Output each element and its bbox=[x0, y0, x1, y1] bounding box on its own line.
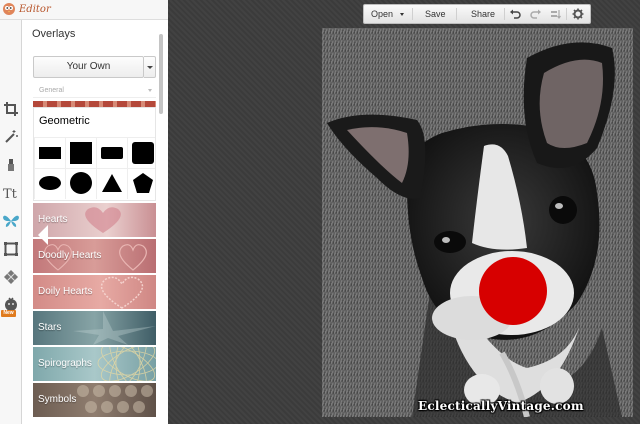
dog-photo bbox=[322, 28, 633, 417]
history-icon[interactable] bbox=[550, 8, 562, 20]
text-tool[interactable]: Tt bbox=[0, 182, 22, 204]
category-label: Doily Hearts bbox=[38, 286, 93, 297]
undo-icon[interactable] bbox=[509, 8, 521, 20]
texture-icon bbox=[4, 270, 18, 284]
app-header: Editor bbox=[0, 0, 168, 20]
settings-gear-icon[interactable] bbox=[572, 8, 584, 20]
heart-thumbnail-icon bbox=[85, 207, 121, 233]
spirograph-thumbnail-icon bbox=[97, 347, 156, 381]
category-label: Symbols bbox=[38, 394, 77, 405]
text-icon: Tt bbox=[3, 187, 18, 200]
category-label: Stars bbox=[38, 322, 62, 333]
tool-rail: Tt New bbox=[0, 20, 22, 424]
category-doily-hearts[interactable]: Doily Hearts bbox=[33, 275, 156, 309]
toolbar-divider bbox=[566, 8, 567, 20]
rounded-square-shape-icon[interactable] bbox=[132, 142, 154, 164]
chevron-down-icon bbox=[147, 66, 153, 69]
category-doodly-hearts[interactable]: Doodly Hearts bbox=[33, 239, 156, 273]
pentagon-shape-icon[interactable] bbox=[132, 172, 154, 194]
rectangle-shape-icon[interactable] bbox=[39, 147, 61, 159]
touchup-tool[interactable] bbox=[0, 154, 22, 176]
category-label: Hearts bbox=[38, 214, 68, 225]
editor-toolbar: Open Save Share bbox=[363, 4, 591, 24]
geometric-shapes-grid bbox=[34, 137, 155, 199]
overlay-category-list: Geometric Hearts Doodly Hearts Doily Hea… bbox=[33, 101, 156, 424]
toolbar-divider bbox=[412, 8, 413, 20]
category-select[interactable]: General bbox=[33, 84, 156, 98]
category-symbols[interactable]: Symbols bbox=[33, 383, 156, 417]
category-label: Doodly Hearts bbox=[38, 250, 102, 261]
crop-icon bbox=[4, 102, 18, 116]
your-own-button[interactable]: Your Own bbox=[33, 56, 144, 78]
crop-tool[interactable] bbox=[0, 98, 22, 120]
triangle-shape-icon[interactable] bbox=[101, 173, 123, 193]
panel-title: Overlays bbox=[32, 28, 76, 40]
effects-tool[interactable] bbox=[0, 126, 22, 148]
save-button[interactable]: Save bbox=[425, 5, 446, 23]
watermark-text: EclecticallyVintage.com bbox=[418, 399, 584, 413]
panel-scrollbar[interactable] bbox=[159, 34, 163, 114]
category-geometric[interactable]: Geometric bbox=[33, 107, 156, 201]
category-spirographs[interactable]: Spirographs bbox=[33, 347, 156, 381]
magic-wand-icon bbox=[5, 130, 18, 143]
bird-logo-icon[interactable] bbox=[2, 2, 16, 16]
open-menu-chevron-icon[interactable] bbox=[400, 13, 404, 16]
overlays-panel: Overlays Your Own General Geometric Hear… bbox=[22, 20, 168, 424]
redo-icon[interactable] bbox=[530, 8, 542, 20]
toolbar-divider bbox=[504, 8, 505, 20]
category-stars[interactable]: Stars bbox=[33, 311, 156, 345]
photo-canvas[interactable] bbox=[322, 28, 633, 417]
textures-tool[interactable] bbox=[0, 266, 22, 288]
seasonal-icon bbox=[5, 297, 17, 311]
rounded-rectangle-shape-icon[interactable] bbox=[101, 147, 123, 159]
doily-heart-thumbnail-icon bbox=[100, 276, 144, 309]
chevron-down-icon bbox=[148, 89, 152, 92]
svg-text:Tt: Tt bbox=[3, 187, 18, 200]
your-own-dropdown-button[interactable] bbox=[144, 56, 156, 78]
overlays-tool[interactable] bbox=[0, 210, 22, 232]
share-button[interactable]: Share bbox=[471, 5, 495, 23]
open-button[interactable]: Open bbox=[371, 5, 393, 23]
app-title: Editor bbox=[19, 4, 51, 15]
new-badge: New bbox=[1, 310, 16, 317]
category-label: Spirographs bbox=[38, 358, 92, 369]
red-nose-sticker[interactable] bbox=[479, 257, 547, 325]
square-shape-icon[interactable] bbox=[70, 142, 92, 164]
ellipse-shape-icon[interactable] bbox=[39, 176, 61, 190]
active-tool-pointer bbox=[38, 225, 48, 245]
circle-shape-icon[interactable] bbox=[70, 172, 92, 194]
touchup-brush-icon bbox=[8, 159, 14, 171]
butterfly-overlay-icon bbox=[3, 215, 19, 227]
category-select-value: General bbox=[39, 87, 64, 94]
toolbar-divider bbox=[456, 8, 457, 20]
category-hearts[interactable]: Hearts bbox=[33, 203, 156, 237]
frame-icon bbox=[4, 242, 18, 256]
frames-tool[interactable] bbox=[0, 238, 22, 260]
category-label: Geometric bbox=[39, 115, 90, 127]
